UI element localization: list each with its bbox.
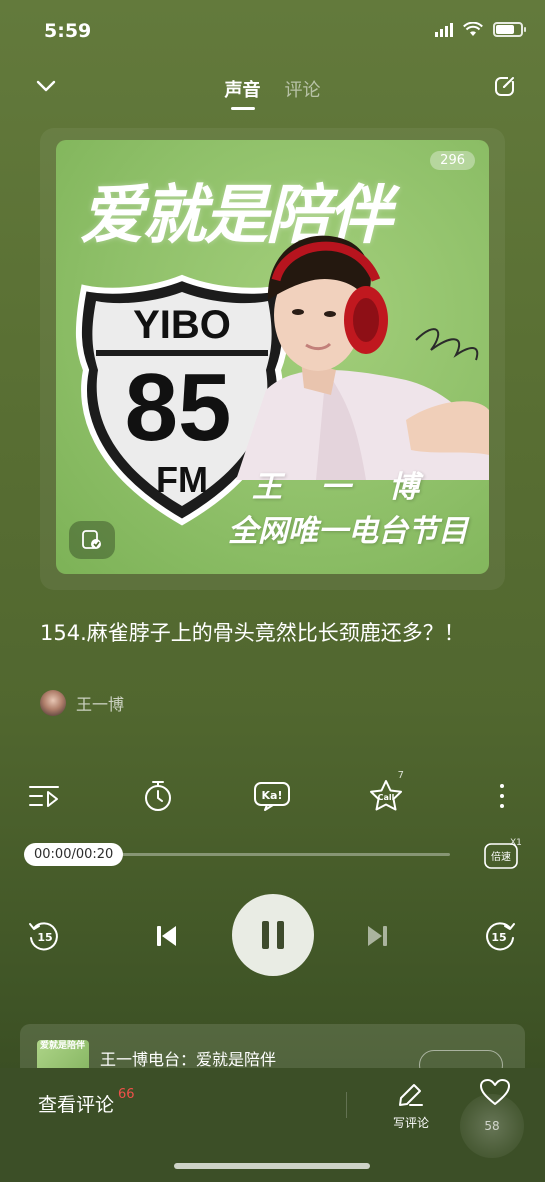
rewind-15-button[interactable]: 15: [22, 914, 66, 958]
album-thumbnail-text: 爱就是陪伴: [40, 1041, 86, 1051]
shield-bottom-text: FM: [156, 459, 208, 500]
timer-icon: [145, 781, 171, 811]
forward-15-button[interactable]: 15: [478, 914, 522, 958]
call-button[interactable]: Call 7: [366, 770, 406, 816]
text-mode-icon: [82, 530, 101, 549]
status-icons: [435, 22, 526, 37]
speed-label: 倍速: [491, 850, 511, 863]
sleep-timer-button[interactable]: [138, 776, 178, 816]
album-mini-title: 王一博电台：爱就是陪伴: [100, 1050, 277, 1069]
forward-icon: 15: [486, 922, 515, 951]
wifi-icon: [463, 22, 483, 36]
signal-icon: [435, 22, 453, 37]
home-indicator[interactable]: [174, 1163, 370, 1169]
karaoke-icon: Ka!: [254, 782, 290, 811]
bottom-divider: [346, 1092, 347, 1118]
rewind-icon: 15: [29, 922, 58, 951]
cover-subtitle: 全网唯一电台节目: [228, 514, 468, 549]
author-row[interactable]: 王一博: [40, 690, 124, 716]
pencil-icon: [399, 1084, 423, 1106]
progress-time-thumb[interactable]: 00:00/00:20: [24, 843, 124, 866]
album-cover[interactable]: 爱就是陪伴 296 YIBO 85 FM 王 一 博 全网唯一电台节目: [56, 140, 489, 574]
cover-count-badge: 296: [430, 151, 475, 170]
skip-previous-icon: [157, 926, 176, 946]
call-label: Call: [378, 793, 395, 802]
view-comments-button[interactable]: 查看评论 66: [38, 1087, 135, 1117]
author-name: 王一博: [76, 695, 125, 714]
more-button[interactable]: [482, 776, 522, 816]
cover-corner-badge[interactable]: [69, 521, 115, 559]
speed-badge: X1: [510, 838, 522, 848]
battery-icon: [493, 22, 526, 37]
write-comment-button[interactable]: 写评论: [388, 1082, 434, 1131]
comment-count: 66: [118, 1087, 135, 1102]
share-icon[interactable]: [493, 74, 517, 98]
call-count: 7: [397, 770, 404, 781]
header-tabs: 声音 评论: [0, 76, 545, 110]
tab-comments[interactable]: 评论: [285, 76, 321, 110]
like-count: 58: [460, 1094, 524, 1158]
author-avatar: [40, 690, 66, 716]
episode-title: 154.麻雀脖子上的骨头竟然比长颈鹿还多？！: [40, 621, 465, 645]
more-icon: [500, 784, 504, 808]
next-button[interactable]: [356, 914, 400, 958]
pause-button[interactable]: [232, 894, 314, 976]
status-time: 5:59: [44, 20, 92, 42]
pause-icon: [262, 921, 284, 949]
karaoke-button[interactable]: Ka!: [252, 776, 292, 816]
tab-sound[interactable]: 声音: [225, 76, 261, 110]
forward-label: 15: [491, 931, 506, 944]
playlist-button[interactable]: [24, 776, 64, 816]
skip-next-icon: [368, 926, 387, 946]
previous-button[interactable]: [144, 914, 188, 958]
call-star-icon: Call: [370, 780, 402, 811]
view-comments-label: 查看评论: [38, 1094, 115, 1116]
rewind-label: 15: [37, 931, 52, 944]
host-photo: [236, 235, 489, 480]
playlist-icon: [29, 786, 59, 807]
cover-host-name: 王 一 博: [252, 470, 433, 505]
progress-track[interactable]: [96, 853, 450, 856]
karaoke-label: Ka!: [262, 789, 283, 802]
write-comment-label: 写评论: [392, 1116, 429, 1130]
